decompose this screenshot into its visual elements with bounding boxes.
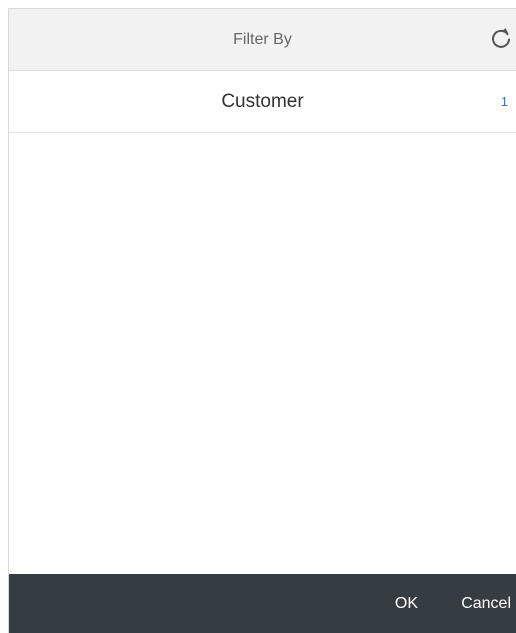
selected-count-badge: 1 (500, 94, 508, 109)
refresh-icon (492, 28, 510, 48)
filter-list: Customer 1 (9, 71, 516, 133)
dialog-title: Filter By (233, 31, 292, 48)
dialog-footer: OK Cancel (9, 574, 516, 633)
filter-dialog: Filter By Customer 1 OK Cancel (8, 8, 516, 633)
reset-filters-button[interactable] (488, 26, 514, 52)
list-item-label: Customer (221, 91, 304, 112)
cancel-button[interactable]: Cancel (461, 574, 511, 633)
list-item-customer[interactable]: Customer 1 (9, 71, 516, 133)
dialog-header: Filter By (9, 9, 516, 71)
ok-button[interactable]: OK (395, 574, 418, 633)
